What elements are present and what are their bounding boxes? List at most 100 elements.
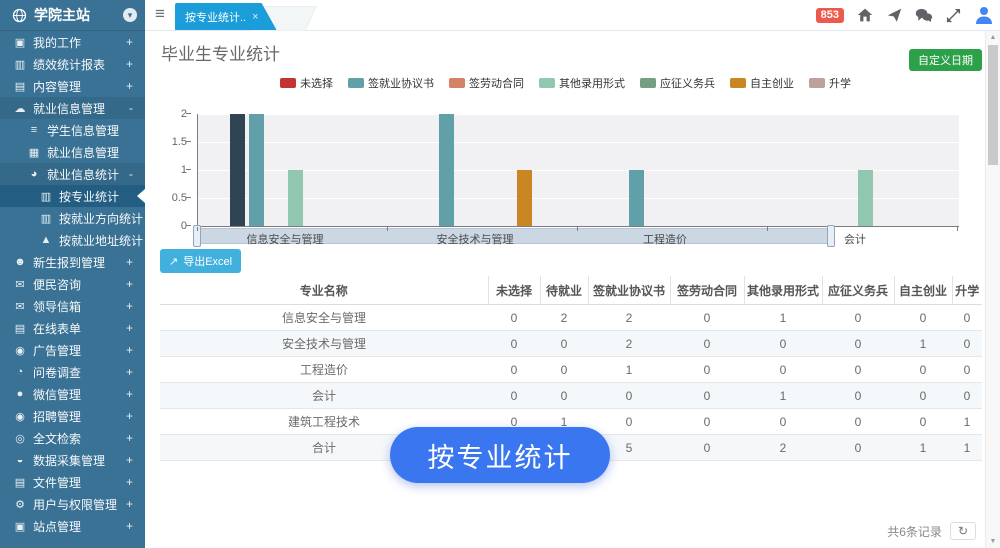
table-icon: ▦ [26,146,42,159]
y-axis-tick-label: 0 [181,220,187,232]
sidebar-item-label: 我的工作 [33,34,126,51]
table-cell: 0 [540,331,588,357]
gridline [198,114,959,115]
scroll-up-icon[interactable]: ▲ [986,34,1000,41]
chart-bar[interactable] [249,114,264,226]
table-cell: 2 [540,305,588,331]
bar-chart-icon: ▥ [38,190,54,203]
home-icon[interactable] [857,7,873,23]
chart-bar[interactable] [517,170,532,226]
chart-bar[interactable] [439,114,454,226]
custom-date-button[interactable]: 自定义日期 [909,49,982,71]
overlay-action-button[interactable]: 按专业统计 [390,427,610,483]
sidebar-toggle-icon[interactable]: ≡ [155,4,165,24]
chart-bar[interactable] [288,170,303,226]
bar-chart-icon: ▥ [12,58,28,71]
chevron-down-icon[interactable]: ▾ [123,8,137,22]
table-cell: 0 [670,357,744,383]
table-cell: 0 [670,435,744,461]
vertical-scrollbar[interactable]: ▲ ▼ [985,31,1000,548]
export-excel-button[interactable]: ↗ 导出Excel [160,249,241,273]
sidebar-item-label: 数据采集管理 [33,452,126,469]
scrollbar-thumb[interactable] [988,45,998,165]
sidebar-item[interactable]: ◉招聘管理+ [0,405,145,427]
record-count: 共6条记录 [887,523,942,540]
table-header-cell: 自主创业 [894,276,952,305]
site-title: 学院主站 [34,5,116,25]
y-axis-tick [186,113,191,114]
y-axis: 00.511.52 [145,114,191,226]
sidebar-item[interactable]: ☁就业信息管理- [0,97,145,119]
scroll-down-icon[interactable]: ▼ [986,538,1000,545]
sidebar-item[interactable]: ▥按就业方向统计 [0,207,145,229]
tab-close-icon[interactable]: × [252,11,258,23]
file-icon: ▤ [12,476,28,489]
table-cell: 0 [822,331,894,357]
table-cell: 1 [894,435,952,461]
sidebar-item[interactable]: ▦就业信息管理 [0,141,145,163]
sidebar-item[interactable]: ▲按就业地址统计 [0,229,145,251]
comments-icon[interactable] [915,7,933,23]
refresh-button[interactable]: ↻ [950,522,976,540]
sidebar-item-label: 就业信息统计 [47,166,129,183]
x-axis-tick [197,227,198,231]
sidebar-item[interactable]: ▤在线表单+ [0,317,145,339]
sidebar-item[interactable]: ●微信管理+ [0,383,145,405]
table-row: 工程造价00100000 [160,357,982,383]
notification-badge[interactable]: 853 [816,8,844,23]
sidebar-logo-row[interactable]: 学院主站 ▾ [0,0,145,31]
sidebar-item[interactable]: ≡学生信息管理 [0,119,145,141]
sidebar-item[interactable]: ⚙用户与权限管理+ [0,493,145,515]
sidebar-item[interactable]: ▥绩效统计报表+ [0,53,145,75]
plus-icon: + [126,453,133,467]
sidebar-item[interactable]: ▣我的工作+ [0,31,145,53]
sidebar-item-label: 问卷调查 [33,364,126,381]
x-axis-tick [387,227,388,231]
sidebar-item[interactable]: ▣站点管理+ [0,515,145,537]
export-label: 导出Excel [183,253,232,269]
sidebar-item[interactable]: ☻新生报到管理+ [0,251,145,273]
sidebar-item[interactable]: ◔问卷调查+ [0,361,145,383]
table-cell: 0 [822,357,894,383]
table-cell: 0 [894,357,952,383]
sidebar-item[interactable]: ✉领导信箱+ [0,295,145,317]
sidebar-item-label: 全文检索 [33,430,126,447]
table-cell: 1 [744,383,822,409]
y-axis-tick [186,169,191,170]
sidebar-item[interactable]: ▤文件管理+ [0,471,145,493]
sidebar-item[interactable]: ◕就业信息统计- [0,163,145,185]
user-avatar[interactable] [974,5,994,25]
table-cell: 0 [488,331,540,357]
table-cell: 0 [744,409,822,435]
sidebar-item-label: 内容管理 [33,78,126,95]
table-cell: 0 [894,383,952,409]
plus-icon: + [126,387,133,401]
x-axis-tick [957,227,958,231]
tab-active[interactable]: 按专业统计.. × [175,3,277,30]
sidebar-item[interactable]: ✉便民咨询+ [0,273,145,295]
table-cell: 0 [540,383,588,409]
chart-bar[interactable] [230,114,245,226]
chart-bar[interactable] [858,170,873,226]
y-axis-tick-label: 0.5 [172,192,187,204]
paper-plane-icon[interactable] [886,7,902,23]
sidebar-item[interactable]: ◉广告管理+ [0,339,145,361]
sidebar-item[interactable]: ◒数据采集管理+ [0,449,145,471]
sidebar-item-label: 学生信息管理 [47,122,145,139]
plus-icon: + [126,277,133,291]
expand-arrows-icon[interactable] [946,8,961,23]
site-icon: ▣ [12,520,28,533]
sidebar-item[interactable]: ▤内容管理+ [0,75,145,97]
bar-chart: 00.511.52 信息安全与管理安全技术与管理工程造价会计 [145,86,986,251]
x-axis-category-label: 工程造价 [577,231,753,247]
globe-icon [12,8,27,23]
sidebar-item[interactable]: ◎全文检索+ [0,427,145,449]
chart-bar[interactable] [629,170,644,226]
sidebar-item[interactable]: ▥按专业统计 [0,185,145,207]
sidebar-item-label: 招聘管理 [33,408,126,425]
x-axis-category-label: 信息安全与管理 [197,231,373,247]
table-cell: 2 [744,435,822,461]
sidebar-item-label: 按就业方向统计 [59,210,145,227]
table-cell: 1 [588,357,670,383]
minus-icon: - [129,167,133,181]
